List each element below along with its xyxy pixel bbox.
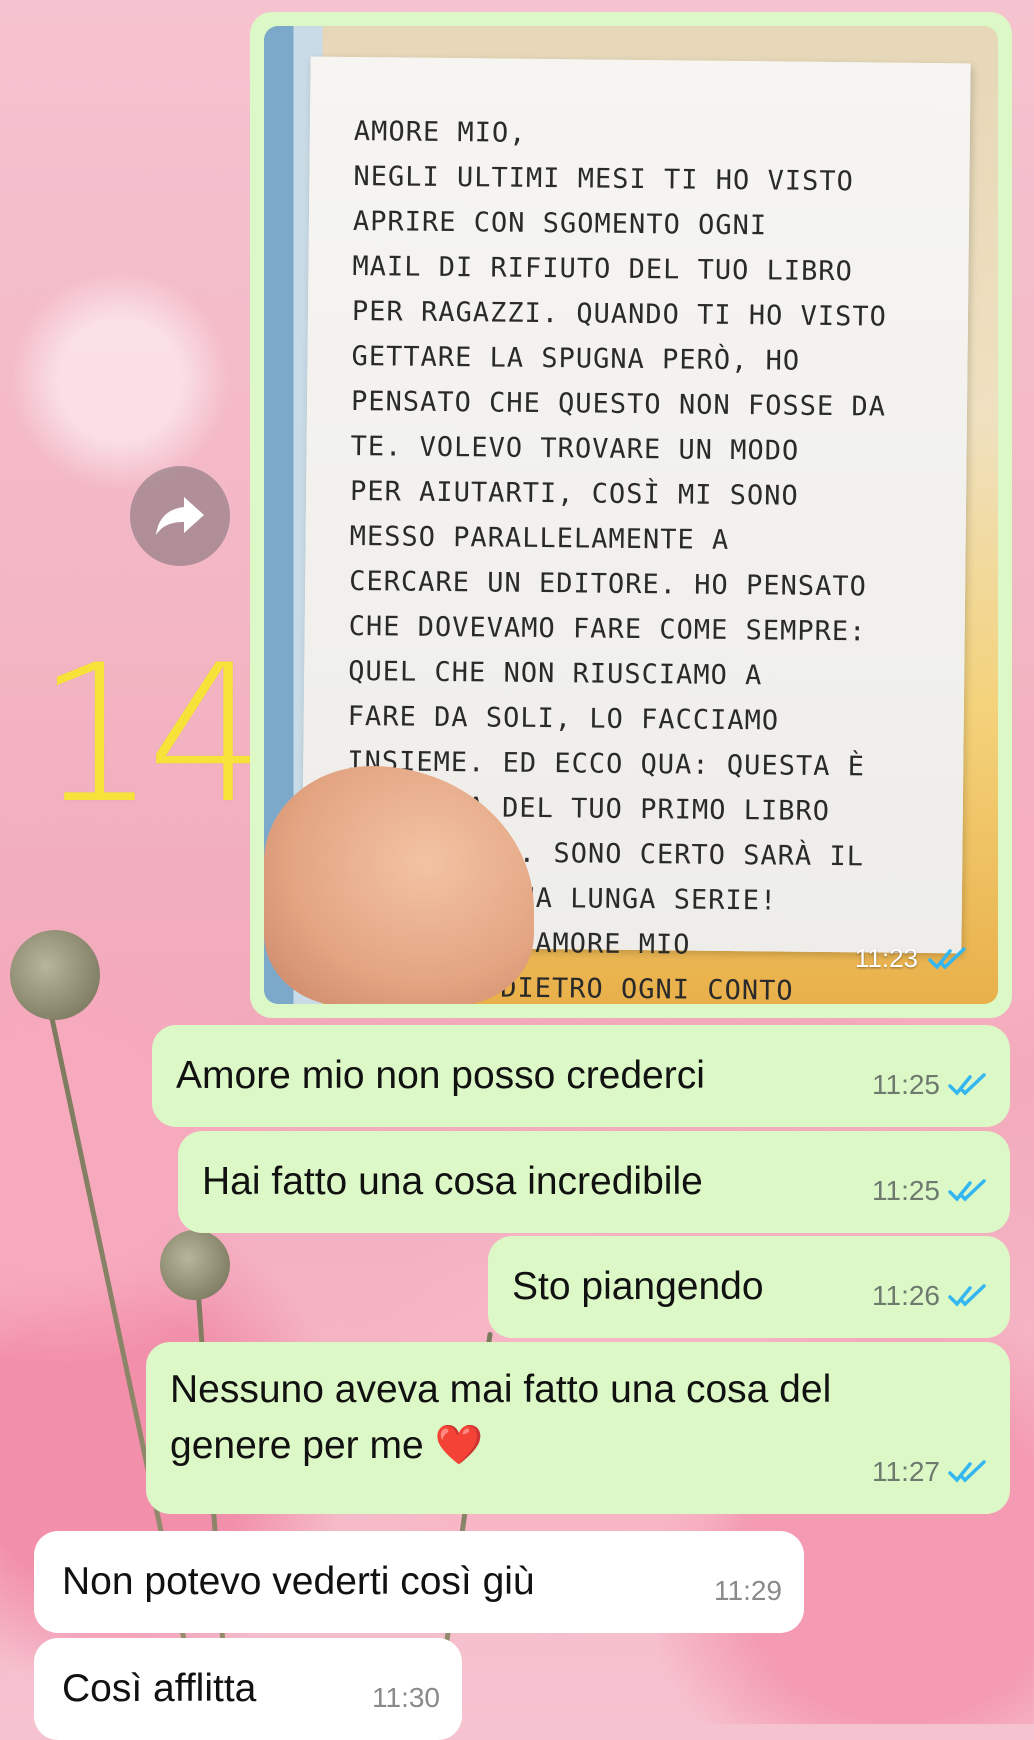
message-time: 11:27 <box>872 1456 940 1487</box>
message-meta: 11:27 <box>872 1444 988 1500</box>
message-time: 11:29 <box>714 1575 782 1606</box>
photo-handwritten-note[interactable]: AMORE MIO, NEGLI ULTIMI MESI TI HO VISTO… <box>264 26 998 1004</box>
message-text: Hai fatto una cosa incredibile <box>202 1160 703 1203</box>
date-overlay-number: 14 <box>36 624 268 845</box>
message-text: Amore mio non posso crederci <box>176 1054 705 1097</box>
message-bubble-incoming[interactable]: Non potevo vederti così giù 11:29 <box>34 1531 804 1633</box>
read-ticks-icon <box>948 1284 986 1307</box>
forward-arrow-icon <box>156 497 204 535</box>
message-time: 11:25 <box>872 1175 940 1206</box>
message-time: 11:26 <box>872 1280 940 1311</box>
message-time: 11:23 <box>854 943 918 973</box>
message-text: Così afflitta <box>62 1667 257 1710</box>
message-time: 11:25 <box>872 1069 940 1100</box>
read-ticks-icon <box>948 1179 986 1202</box>
image-message[interactable]: AMORE MIO, NEGLI ULTIMI MESI TI HO VISTO… <box>250 12 1012 1018</box>
message-meta: 11:25 <box>872 1057 988 1113</box>
message-text: Sto piangendo <box>512 1265 764 1308</box>
forward-button[interactable] <box>130 466 230 566</box>
read-ticks-icon <box>928 946 966 970</box>
message-text: Nessuno aveva mai fatto una cosa del gen… <box>170 1368 832 1467</box>
message-bubble-outgoing[interactable]: Hai fatto una cosa incredibile 11:25 <box>178 1131 1010 1233</box>
message-bubble-outgoing[interactable]: Sto piangendo 11:26 <box>488 1236 1010 1338</box>
read-ticks-icon <box>948 1460 986 1483</box>
message-text: Non potevo vederti così giù <box>62 1560 535 1603</box>
flower-bud <box>160 1230 230 1300</box>
flower-bud <box>10 930 100 1020</box>
message-bubble-outgoing[interactable]: Nessuno aveva mai fatto una cosa del gen… <box>146 1342 1010 1514</box>
message-bubble-outgoing[interactable]: Amore mio non posso crederci 11:25 <box>152 1025 1010 1127</box>
message-meta: 11:25 <box>872 1163 988 1219</box>
read-ticks-icon <box>948 1073 986 1096</box>
message-meta: 11:30 <box>372 1670 440 1726</box>
message-bubble-incoming[interactable]: Così afflitta 11:30 <box>34 1638 462 1740</box>
message-meta: 11:26 <box>872 1268 988 1324</box>
image-message-meta: 11:23 <box>855 943 968 974</box>
message-meta: 11:29 <box>714 1563 782 1619</box>
message-time: 11:30 <box>372 1682 440 1713</box>
